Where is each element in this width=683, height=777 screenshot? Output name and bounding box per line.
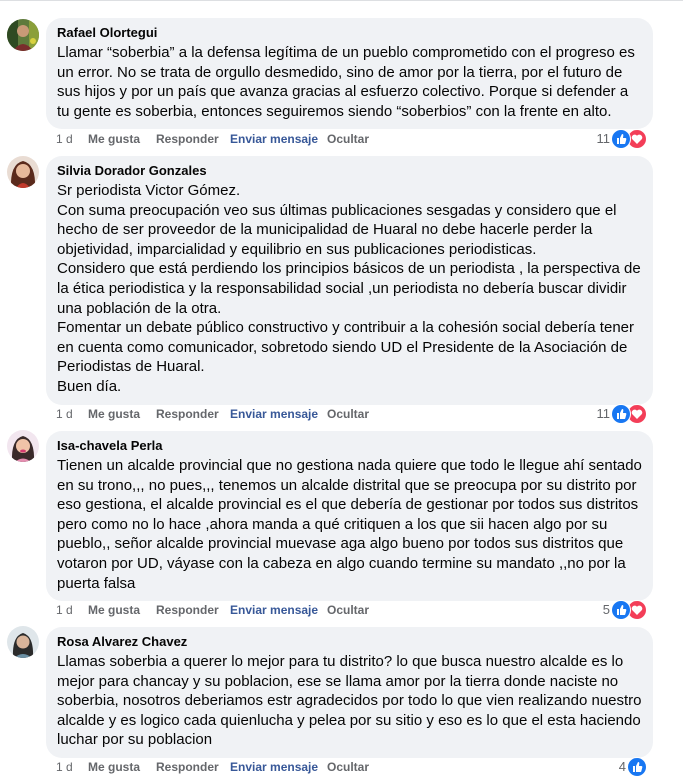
comment-author[interactable]: Isa-chavela Perla xyxy=(57,438,642,454)
thumbs-up-icon xyxy=(611,600,631,620)
thumbs-up-icon xyxy=(627,757,647,777)
top-divider xyxy=(0,0,683,1)
comment-text: Tienen un alcalde provincial que no gest… xyxy=(57,457,642,592)
send-message-link[interactable]: Enviar mensaje xyxy=(230,406,318,422)
comment-text: Sr periodista Victor Gómez. Con suma pre… xyxy=(57,182,641,395)
comment-text: Llamar “soberbia” a la defensa legítima … xyxy=(57,44,635,120)
comment-time[interactable]: 1 d xyxy=(56,602,73,618)
hide-link[interactable]: Ocultar xyxy=(327,131,369,147)
reaction-summary[interactable]: 11 xyxy=(580,404,650,424)
reply-link[interactable]: Responder xyxy=(156,406,219,422)
comment-author[interactable]: Rafael Olortegui xyxy=(57,25,642,41)
avatar[interactable] xyxy=(7,19,39,51)
hide-link[interactable]: Ocultar xyxy=(327,602,369,618)
comment-time[interactable]: 1 d xyxy=(56,131,73,147)
comment-author[interactable]: Rosa Alvarez Chavez xyxy=(57,634,642,650)
reaction-summary[interactable]: 5 xyxy=(580,600,650,620)
reaction-count: 4 xyxy=(618,759,626,774)
like-link[interactable]: Me gusta xyxy=(88,131,140,147)
send-message-link[interactable]: Enviar mensaje xyxy=(230,759,318,775)
avatar[interactable] xyxy=(7,430,39,462)
like-link[interactable]: Me gusta xyxy=(88,602,140,618)
reply-link[interactable]: Responder xyxy=(156,759,219,775)
send-message-link[interactable]: Enviar mensaje xyxy=(230,602,318,618)
comment-bubble: Rosa Alvarez Chavez Llamas soberbia a qu… xyxy=(46,627,653,758)
comment-text: Llamas soberbia a querer lo mejor para t… xyxy=(57,653,642,749)
reply-link[interactable]: Responder xyxy=(156,131,219,147)
comment-bubble: Silvia Dorador Gonzales Sr periodista Vi… xyxy=(46,156,653,405)
reaction-count: 5 xyxy=(602,602,610,617)
reaction-summary[interactable]: 11 xyxy=(580,129,650,149)
comment-time[interactable]: 1 d xyxy=(56,406,73,422)
reply-link[interactable]: Responder xyxy=(156,602,219,618)
hide-link[interactable]: Ocultar xyxy=(327,406,369,422)
reaction-count: 11 xyxy=(596,406,611,421)
comment-bubble: Isa-chavela Perla Tienen un alcalde prov… xyxy=(46,431,653,602)
reaction-summary[interactable]: 4 xyxy=(580,757,650,777)
thumbs-up-icon xyxy=(611,129,631,149)
like-link[interactable]: Me gusta xyxy=(88,406,140,422)
like-link[interactable]: Me gusta xyxy=(88,759,140,775)
avatar[interactable] xyxy=(7,626,39,658)
send-message-link[interactable]: Enviar mensaje xyxy=(230,131,318,147)
comment-author[interactable]: Silvia Dorador Gonzales xyxy=(57,163,642,179)
hide-link[interactable]: Ocultar xyxy=(327,759,369,775)
reaction-count: 11 xyxy=(596,131,611,146)
comment-bubble: Rafael Olortegui Llamar “soberbia” a la … xyxy=(46,18,653,130)
avatar[interactable] xyxy=(7,156,39,188)
thumbs-up-icon xyxy=(611,404,631,424)
comment-time[interactable]: 1 d xyxy=(56,759,73,775)
